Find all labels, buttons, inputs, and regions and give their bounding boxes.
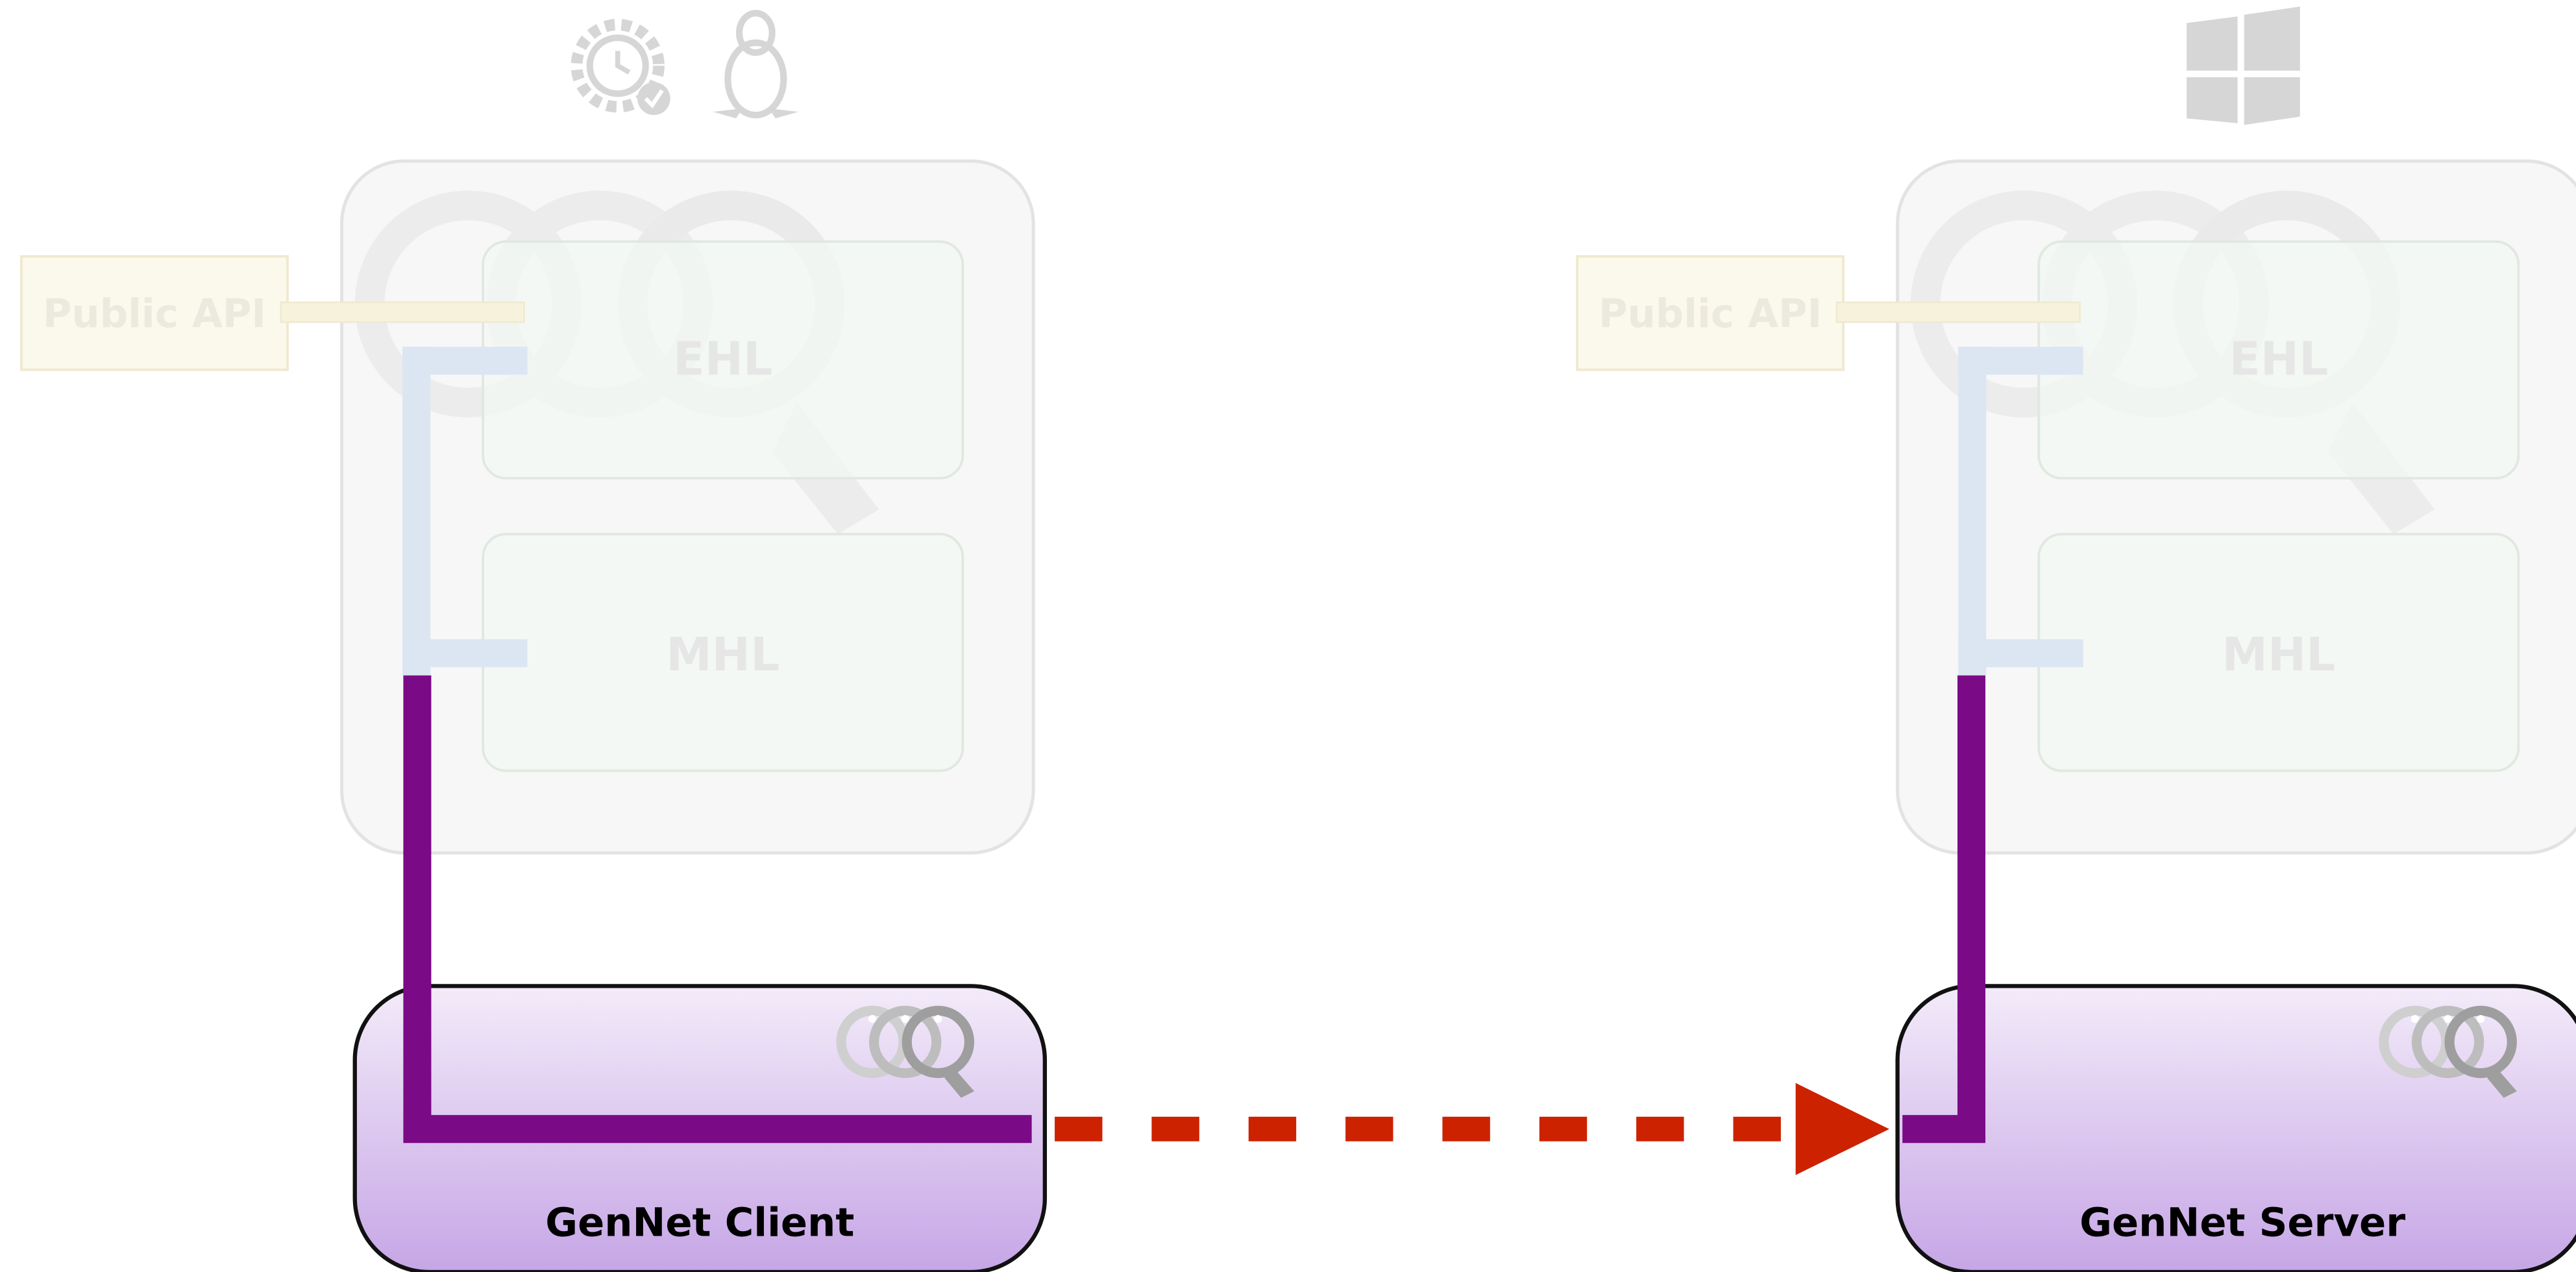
server-mhl-label: MHL (2222, 628, 2335, 681)
client-mhl-label: MHL (666, 628, 779, 681)
client-ehl-label: EHL (673, 332, 772, 385)
server-node-label: GenNet Server (2079, 1200, 2405, 1245)
server-public-api-label: Public API (1599, 291, 1822, 337)
link-arrowhead (1795, 1082, 1889, 1175)
server-api-connector (1835, 301, 2081, 323)
windows-icon (2187, 6, 2300, 125)
gennet-architecture-diagram: EHL MHL Public API GenNet Client EHL MHL… (20, 6, 2576, 1272)
linux-tux-icon (713, 10, 799, 119)
server-ehl-label: EHL (2229, 332, 2328, 385)
client-to-server-dashed-link (1055, 1082, 1889, 1175)
client-node-label: GenNet Client (545, 1200, 854, 1245)
client-os-icons (570, 10, 799, 119)
client-public-api-label: Public API (43, 291, 266, 337)
maintenance-gear-icon (570, 19, 670, 116)
client-api-connector (280, 301, 525, 323)
